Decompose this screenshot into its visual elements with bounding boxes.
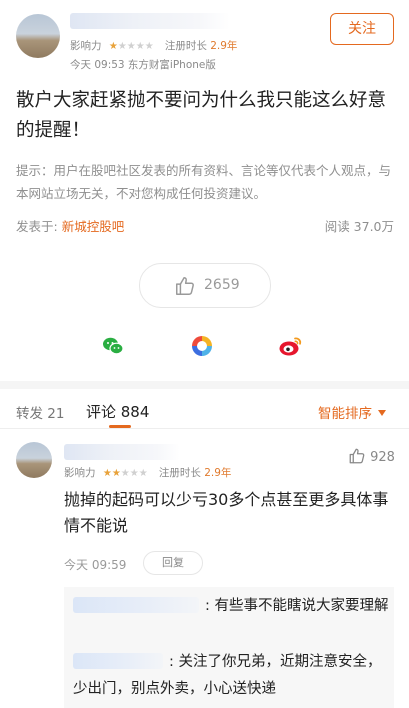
register-age-label: 注册时长 bbox=[158, 467, 201, 479]
reply-list: : 有些事不能瞎说大家要理解 : 关注了你兄弟，近期注意安全，少出门，别点外卖，… bbox=[64, 587, 394, 708]
comment-time: 今天 09:59 bbox=[64, 558, 127, 572]
influence-stars: ★★★★★ bbox=[102, 468, 148, 479]
source-forum-link[interactable]: 新城控股吧 bbox=[62, 219, 125, 234]
post-like-button[interactable]: 2659 bbox=[139, 263, 271, 308]
source-prefix: 发表于: bbox=[16, 219, 58, 234]
post-header: 影响力 ★★★★★ 注册时长 2.9年 今天 09:53 东方财富iPhone版… bbox=[0, 0, 409, 76]
reply-item[interactable]: : 关注了你兄弟，近期注意安全，少出门，别点外卖，小心送快递 bbox=[73, 649, 389, 703]
comment-text: 抛掉的起码可以少亏30多个点甚至更多具体事情不能说 bbox=[64, 490, 389, 535]
post-title: 散户大家赶紧抛不要问为什么我只能这么好意的提醒！ bbox=[16, 90, 387, 141]
source-row: 发表于: 新城控股吧 阅读 37.0万 bbox=[16, 216, 394, 234]
author-meta: 影响力 ★★★★★ 注册时长 2.9年 bbox=[70, 38, 237, 53]
reply-item[interactable]: : 有些事不能瞎说大家要理解 bbox=[73, 593, 389, 620]
commenter-name-blurred[interactable] bbox=[64, 444, 180, 460]
reply-author-blurred[interactable] bbox=[73, 597, 199, 613]
thumbs-up-icon bbox=[348, 447, 366, 469]
follow-button[interactable]: 关注 bbox=[330, 13, 394, 45]
commenter-avatar[interactable] bbox=[16, 442, 52, 478]
read-count: 阅读 37.0万 bbox=[324, 219, 394, 234]
reply-button[interactable]: 回复 bbox=[143, 551, 203, 575]
comment-like-button[interactable]: 928 bbox=[348, 447, 395, 469]
sort-dropdown[interactable]: 智能排序 bbox=[318, 402, 386, 422]
author-avatar[interactable] bbox=[16, 14, 60, 58]
sort-label: 智能排序 bbox=[318, 406, 372, 422]
wechat-icon[interactable] bbox=[101, 334, 125, 358]
reply-text: : 有些事不能瞎说大家要理解 bbox=[205, 598, 389, 614]
thumbs-up-icon bbox=[174, 275, 196, 301]
comment-like-count: 928 bbox=[370, 450, 395, 465]
register-age-label: 注册时长 bbox=[164, 40, 207, 52]
influence-label: 影响力 bbox=[64, 467, 96, 479]
active-tab-indicator bbox=[109, 425, 131, 428]
posted-info: 今天 09:53 东方财富iPhone版 bbox=[70, 59, 216, 71]
tab-repost[interactable]: 转发 21 bbox=[16, 402, 64, 422]
comment-tabs: 转发 21 评论 884 智能排序 bbox=[0, 389, 409, 429]
disclaimer-notice: 提示：用户在股吧社区发表的所有资料、言论等仅代表个人观点，与本网站立场无关，不对… bbox=[16, 163, 392, 201]
register-age-value: 2.9年 bbox=[204, 467, 232, 479]
influence-label: 影响力 bbox=[70, 40, 102, 52]
register-age-value: 2.9年 bbox=[210, 40, 238, 52]
weibo-icon[interactable] bbox=[278, 334, 302, 358]
caret-down-icon bbox=[378, 410, 386, 416]
commenter-meta: 影响力 ★★★★★ 注册时长 2.9年 bbox=[64, 465, 231, 480]
author-name-blurred[interactable] bbox=[70, 13, 230, 29]
reply-author-blurred[interactable] bbox=[73, 653, 163, 669]
tab-comment[interactable]: 评论 884 bbox=[86, 401, 149, 422]
post-like-count: 2659 bbox=[204, 277, 240, 293]
section-divider bbox=[0, 381, 409, 389]
moments-icon[interactable] bbox=[190, 334, 214, 358]
influence-stars: ★★★★★ bbox=[108, 41, 154, 52]
